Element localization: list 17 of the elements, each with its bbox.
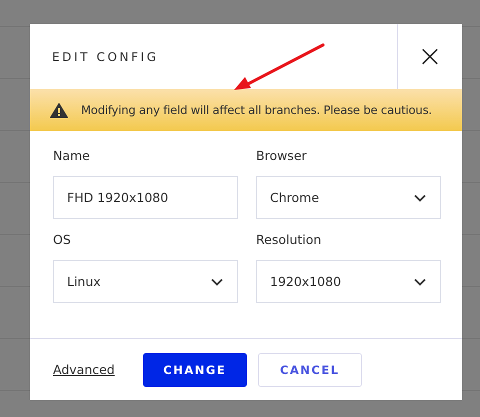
change-button[interactable]: CHANGE [142,352,247,386]
dialog-title: EDIT CONFIG [52,48,159,66]
field-label: Name [53,148,91,163]
field-label: Resolution [256,232,322,247]
field-label: Browser [256,148,308,163]
field-label: OS [53,232,72,247]
select-field[interactable]: Chrome [256,176,441,219]
advanced-link[interactable]: Advanced [53,362,115,377]
warning-icon [50,102,68,118]
name-field[interactable]: FHD 1920x1080 [53,176,238,219]
select-field[interactable]: Linux [53,260,238,303]
chevron-down-icon [414,278,426,286]
chevron-down-icon [414,194,426,202]
select-field[interactable]: 1920x1080 [256,260,441,303]
cancel-button[interactable]: CANCEL [258,352,362,386]
warning-text: Modifying any field will affect all branches. Please be cautious. [81,103,432,117]
chevron-down-icon [211,278,223,286]
